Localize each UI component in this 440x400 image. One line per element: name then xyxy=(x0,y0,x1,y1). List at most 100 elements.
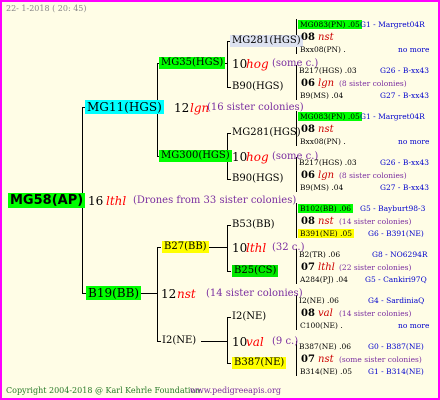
connector xyxy=(227,179,231,180)
connector xyxy=(201,341,228,342)
gen4-7-sire-info: G4 - SardiniaQ xyxy=(368,296,425,305)
gen4-5-sire-info: G5 - Bayburt98-3 xyxy=(360,204,426,213)
gen4-6-mark: lthl xyxy=(318,262,335,273)
gen4-2-sire-info: G26 - B-xx43 xyxy=(380,66,430,75)
gen4-3-num: 08 xyxy=(301,124,315,135)
gen4-2-sire: B217(HGS) .03 xyxy=(299,66,357,75)
gen4-8-mark: nst xyxy=(318,354,334,365)
root-desc: (Drones from 33 sister colonies) xyxy=(133,195,297,206)
gen3-2: B90(HGS) xyxy=(232,81,284,92)
gen4-2-mark: lgn xyxy=(318,78,335,89)
gen1-bot: B19(BB) xyxy=(86,286,142,300)
gen2-c-num: 10 xyxy=(232,241,248,255)
gen4-4-desc: (8 sister colonies) xyxy=(339,171,407,180)
gen4-7-sire: I2(NE) .06 xyxy=(299,296,339,305)
connector xyxy=(208,247,228,248)
gen2-a-mark: hog xyxy=(246,57,269,71)
connector xyxy=(227,225,228,271)
gen4-4-dam: B9(MS) .04 xyxy=(300,183,344,192)
gen4-2-desc: (8 sister colonies) xyxy=(339,79,407,88)
gen4-5-num: 08 xyxy=(301,216,315,227)
gen1-top: MG11(HGS) xyxy=(85,100,164,114)
gen4-5-dam: B391(NE) .05 xyxy=(298,229,355,238)
gen4-7-desc: (14 sister colonies) xyxy=(339,309,412,318)
connector xyxy=(140,293,158,294)
gen4-6-num: 07 xyxy=(301,262,315,273)
connector xyxy=(227,133,231,134)
gen4-5-dam-info: G6 - B391(NE) xyxy=(368,229,424,238)
gen2-b: MG300(HGS) xyxy=(159,150,232,162)
gen4-7-dam-info: no more xyxy=(398,321,430,330)
root-node: MG58(AP) xyxy=(8,193,86,208)
gen4-7-num: 08 xyxy=(301,308,315,319)
connector xyxy=(157,247,161,248)
gen2-b-num: 10 xyxy=(232,150,248,164)
gen1-bot-num: 12 xyxy=(161,287,177,301)
connector xyxy=(227,363,231,364)
gen4-8-dam: B314(NE) .05 xyxy=(300,367,353,376)
gen1-bot-desc: (14 sister colonies) xyxy=(206,288,303,299)
root-mark: lthl xyxy=(106,194,127,208)
site-link[interactable]: www.pedigreeapis.org xyxy=(190,386,281,395)
gen2-d: I2(NE) xyxy=(162,335,197,346)
gen4-6-sire-info: G8 - NO6294R xyxy=(372,250,428,259)
gen2-b-mark: hog xyxy=(246,150,269,164)
connector xyxy=(227,317,228,363)
gen1-bot-mark: nst xyxy=(177,287,196,301)
connector xyxy=(227,317,231,318)
gen3-1: MG281(HGS) xyxy=(230,35,303,47)
connector xyxy=(296,295,297,330)
connector xyxy=(227,41,228,87)
gen4-3-mark: nst xyxy=(318,124,334,135)
gen4-3-sire: MG083(PN) .05 xyxy=(298,112,362,121)
gen4-2-dam: B9(MS) .04 xyxy=(300,91,344,100)
connector xyxy=(296,65,297,100)
gen2-d-mark: val xyxy=(246,335,264,349)
gen4-2-num: 06 xyxy=(301,78,315,89)
gen4-6-sire: B2(TR) .06 xyxy=(299,250,341,259)
timestamp: 22- 1-2018 ( 20: 45) xyxy=(6,4,87,13)
gen4-1-dam: Bxx08(PN) . xyxy=(300,45,346,54)
gen2-a-num: 10 xyxy=(232,57,248,71)
gen4-6-dam-info: G5 - Cankiri97Q xyxy=(365,275,427,284)
gen3-5: B53(BB) xyxy=(232,219,275,230)
gen4-2-dam-info: G27 - B-xx43 xyxy=(380,91,430,100)
gen4-4-num: 06 xyxy=(301,170,315,181)
gen4-1-num: 08 xyxy=(301,32,315,43)
gen3-4: B90(HGS) xyxy=(232,173,284,184)
gen4-8-dam-info: G1 - B314(NE) xyxy=(368,367,424,376)
gen4-8-num: 07 xyxy=(301,354,315,365)
gen1-top-num: 12 xyxy=(174,101,190,115)
gen4-4-mark: lgn xyxy=(318,170,335,181)
root-num: 16 xyxy=(88,194,104,208)
gen4-1-sire: MG083(PN) .05 xyxy=(298,20,362,29)
gen4-3-dam-info: no more xyxy=(398,137,430,146)
gen4-8-desc: (some sister colonies) xyxy=(339,355,422,364)
connector xyxy=(296,249,297,284)
copyright: Copyright 2004-2018 @ Karl Kehrle Founda… xyxy=(6,386,203,395)
gen2-c-mark: lthl xyxy=(246,241,267,255)
gen4-6-dam: A284(PJ) .04 xyxy=(300,275,348,284)
gen4-6-desc: (22 sister colonies) xyxy=(339,263,412,272)
gen4-4-sire-info: G26 - B-xx43 xyxy=(380,158,430,167)
gen4-3-dam: Bxx08(PN) . xyxy=(300,137,346,146)
connector xyxy=(157,341,161,342)
connector xyxy=(296,203,297,238)
gen2-d-num: 10 xyxy=(232,335,248,349)
gen3-7: I2(NE) xyxy=(232,311,267,322)
pedigree-chart: 22- 1-2018 ( 20: 45) MG58(AP) 16 lthl (D… xyxy=(0,0,440,400)
gen4-5-mark: nst xyxy=(318,216,334,227)
gen2-a: MG35(HGS) xyxy=(159,57,226,69)
gen2-c: B27(BB) xyxy=(162,241,209,253)
gen4-8-sire-info: G0 - B387(NE) xyxy=(368,342,424,351)
gen4-7-dam: C100(NE) . xyxy=(300,321,343,330)
gen4-1-sire-info: G1 - Margret04R xyxy=(360,20,425,29)
gen4-5-sire: B102(BB) .06 xyxy=(298,204,354,213)
gen4-4-dam-info: G27 - B-xx43 xyxy=(380,183,430,192)
gen4-4-sire: B217(HGS) .03 xyxy=(299,158,357,167)
connector xyxy=(227,225,231,226)
gen4-1-dam-info: no more xyxy=(398,45,430,54)
gen3-3: MG281(HGS) xyxy=(232,127,301,138)
gen4-5-desc: (14 sister colonies) xyxy=(339,217,412,226)
gen2-d-desc: (9 c.) xyxy=(272,336,299,347)
